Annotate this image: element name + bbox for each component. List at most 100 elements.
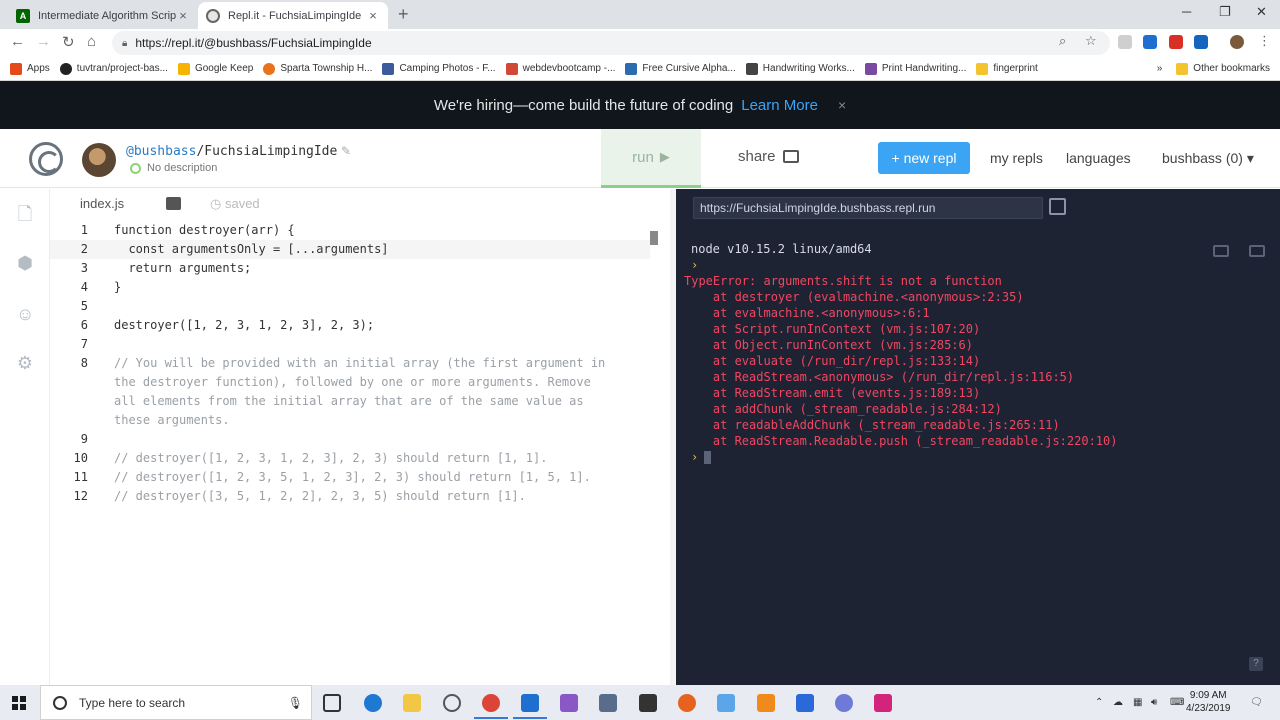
code-line[interactable]: 12 // destroyer([3, 5, 1, 2, 2], 2, 3, 5)…: [50, 487, 650, 506]
code-line[interactable]: 7: [50, 335, 650, 354]
code-line[interactable]: 3 return arguments;: [50, 259, 650, 278]
account-menu[interactable]: bushbass (0) ▾: [1162, 150, 1254, 167]
browser-tab-intermediate-algorithm[interactable]: A Intermediate Algorithm Scripting ×: [8, 2, 198, 29]
code-line[interactable]: 10 // destroyer([1, 2, 3, 1, 2, 3], 2, 3)…: [50, 449, 650, 468]
react-devtools-icon[interactable]: [1194, 35, 1208, 49]
console-input-line[interactable]: ›: [684, 449, 1117, 465]
app-icon[interactable]: [599, 694, 617, 712]
close-banner-icon[interactable]: ×: [838, 97, 846, 113]
code-line[interactable]: 1 function destroyer(arr) {: [50, 221, 650, 240]
close-tab-icon[interactable]: ×: [366, 8, 380, 23]
taskbar-search-field[interactable]: Type here to search 🎙︎: [40, 685, 312, 720]
code-line[interactable]: 8 // You will be provided with an initial…: [50, 354, 650, 373]
open-in-new-tab-icon[interactable]: [1049, 198, 1066, 215]
code-line[interactable]: 2 const argumentsOnly = [...arguments]: [50, 240, 650, 259]
run-button[interactable]: run ▶: [601, 129, 701, 188]
tray-chevron-icon[interactable]: ⌃: [1095, 697, 1103, 708]
close-window-icon[interactable]: ✕: [1256, 4, 1267, 20]
code-line[interactable]: the destroyer function), followed by one…: [50, 373, 650, 392]
app-icon[interactable]: [717, 694, 735, 712]
tray-cloud-icon[interactable]: ☁︎: [1113, 697, 1123, 708]
bookmark-google-keep[interactable]: Google Keep: [177, 62, 253, 75]
vlc-icon[interactable]: [757, 694, 775, 712]
help-icon[interactable]: ?: [1249, 657, 1263, 671]
notifications-icon[interactable]: 🗨︎: [1250, 697, 1263, 708]
packages-cube-icon[interactable]: ⬢: [16, 254, 34, 272]
task-view-icon[interactable]: [323, 694, 341, 712]
extension-v-icon[interactable]: [1143, 35, 1157, 49]
other-bookmarks[interactable]: Other bookmarks: [1176, 62, 1270, 75]
repl-name[interactable]: FuchsiaLimpingIde: [204, 144, 337, 159]
chrome-menu-icon[interactable]: ⋮: [1258, 33, 1271, 49]
new-repl-button[interactable]: + new repl: [878, 142, 970, 174]
chrome-icon[interactable]: [474, 694, 508, 719]
code-line[interactable]: 5: [50, 297, 650, 316]
settings-gear-icon[interactable]: ⚙︎: [16, 354, 34, 372]
gmail-icon[interactable]: [1169, 35, 1183, 49]
browser-tab-replit[interactable]: Repl.it - FuchsiaLimpingIde ×: [198, 2, 388, 29]
bookmark-camping[interactable]: Camping Photos - F...: [382, 62, 496, 75]
repl-owner-link[interactable]: @bushbass: [126, 144, 196, 159]
learn-more-link[interactable]: Learn More: [741, 97, 818, 114]
app-icon[interactable]: [443, 694, 461, 712]
repl-run-url-field[interactable]: https://FuchsiaLimpingIde.bushbass.repl.…: [693, 197, 1043, 219]
files-icon[interactable]: 🗋︎: [16, 205, 34, 223]
code-line[interactable]: 4}: [50, 278, 650, 297]
minimize-window-icon[interactable]: ─: [1182, 4, 1191, 19]
bookmark-fingerprint[interactable]: fingerprint: [976, 62, 1038, 75]
code-line[interactable]: these arguments.: [50, 411, 650, 430]
pencil-edit-icon[interactable]: ✎: [341, 144, 351, 158]
tray-volume-icon[interactable]: 🔊︎: [1151, 697, 1157, 708]
calculator-icon[interactable]: [639, 694, 657, 712]
code-line[interactable]: 11 // destroyer([1, 2, 3, 5, 1, 2, 3], 2,…: [50, 468, 650, 487]
code-line[interactable]: all elements from the initial array that…: [50, 392, 650, 411]
bookmark-handwriting[interactable]: Handwriting Works...: [745, 62, 855, 75]
tray-keyboard-icon[interactable]: ⌨︎: [1170, 697, 1184, 708]
address-bar[interactable]: 🔒︎ https://repl.it/@bushbass/FuchsiaLimp…: [112, 31, 1110, 55]
home-icon[interactable]: ⌂: [87, 33, 96, 50]
slack-icon[interactable]: [874, 694, 892, 712]
new-tab-button[interactable]: +: [398, 4, 409, 25]
my-repls-link[interactable]: my repls: [990, 150, 1043, 166]
console-output[interactable]: node v10.15.2 linux/amd64 › TypeError: a…: [684, 241, 1117, 465]
discord-icon[interactable]: [835, 694, 853, 712]
bookmark-star-icon[interactable]: ☆: [1085, 33, 1097, 49]
bookmark-webdevbootcamp[interactable]: webdevbootcamp -...: [505, 62, 615, 75]
replit-logo-icon[interactable]: [29, 142, 63, 176]
code-line[interactable]: 9: [50, 430, 650, 449]
avatar[interactable]: [82, 143, 116, 177]
close-tab-icon[interactable]: ×: [176, 8, 190, 23]
extension-icon[interactable]: [1118, 35, 1132, 49]
windows-start-icon[interactable]: [12, 696, 26, 710]
system-clock[interactable]: 9:09 AM 4/23/2019: [1186, 689, 1231, 715]
maximize-window-icon[interactable]: ❐: [1219, 4, 1231, 20]
bookmark-apps[interactable]: Apps: [10, 62, 50, 75]
profile-avatar[interactable]: [1230, 35, 1244, 49]
share-button[interactable]: share: [738, 148, 799, 165]
code-line[interactable]: 6 destroyer([1, 2, 3, 1, 2, 3], 2, 3);: [50, 316, 650, 335]
bookmark-tuvtran[interactable]: tuvtran/project-bas...: [59, 62, 168, 75]
file-tab-index-js[interactable]: index.js: [80, 196, 124, 211]
bookmark-cursive[interactable]: Free Cursive Alpha...: [625, 62, 736, 75]
repl-description[interactable]: No description: [130, 162, 217, 174]
app-icon[interactable]: [678, 694, 696, 712]
bookmark-sparta[interactable]: Sparta Township H...: [263, 62, 372, 75]
microphone-icon[interactable]: 🎙︎: [288, 696, 303, 710]
git-icon[interactable]: [560, 694, 578, 712]
bookmark-print-handwriting[interactable]: Print Handwriting...: [864, 62, 966, 75]
clear-console-icon[interactable]: [1249, 245, 1265, 257]
languages-link[interactable]: languages: [1066, 150, 1131, 166]
reload-icon[interactable]: ↻: [62, 33, 75, 51]
forward-arrow-icon[interactable]: →: [36, 33, 51, 50]
more-bookmarks-chevron[interactable]: »: [1157, 63, 1163, 74]
editor-scrollbar-thumb[interactable]: [650, 231, 658, 245]
file-explorer-icon[interactable]: [403, 694, 421, 712]
console-expand-icon[interactable]: [1213, 245, 1229, 257]
users-icon[interactable]: ☺︎: [16, 305, 34, 323]
format-code-icon[interactable]: [166, 197, 181, 210]
zoom-icon[interactable]: ⌕: [1059, 33, 1066, 49]
edge-icon[interactable]: [364, 694, 382, 712]
vscode-icon[interactable]: [513, 694, 547, 719]
tray-network-icon[interactable]: ▦: [1133, 697, 1142, 708]
back-arrow-icon[interactable]: ←: [10, 33, 25, 50]
